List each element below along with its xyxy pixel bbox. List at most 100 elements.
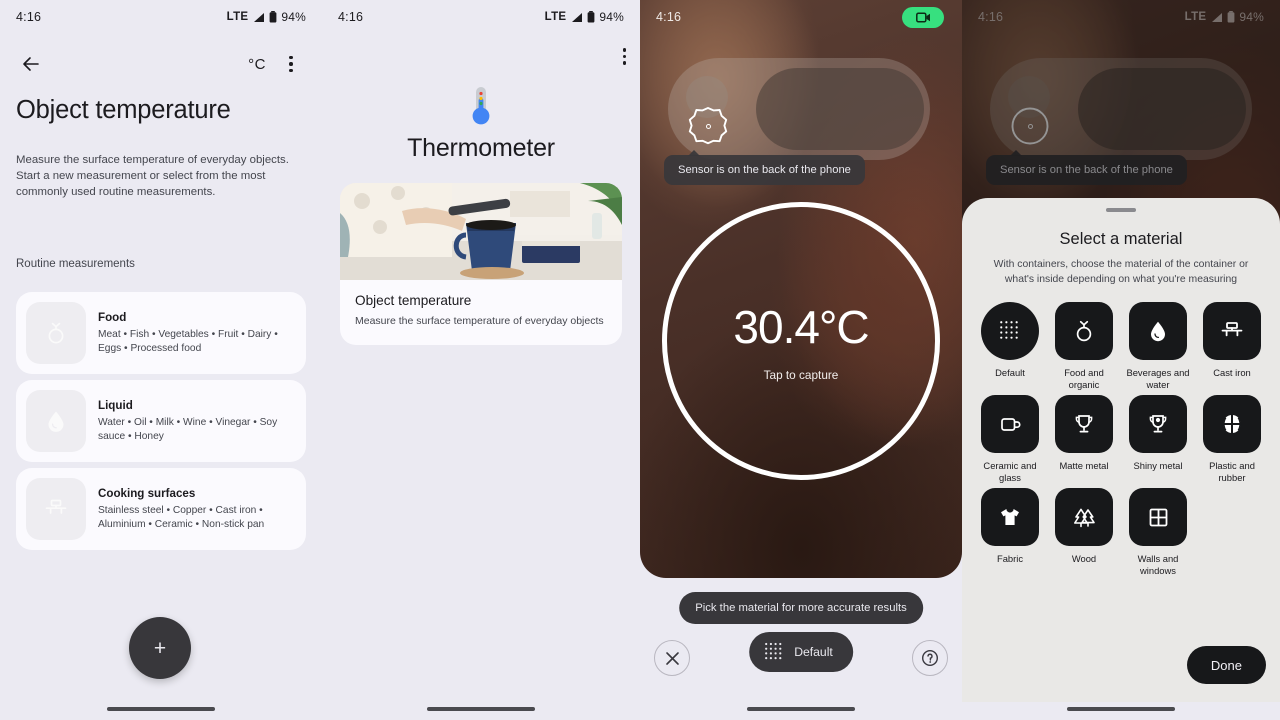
window-icon [1149, 508, 1167, 526]
more-vert-icon [289, 55, 293, 73]
camcorder-icon [915, 12, 930, 23]
capture-hint: Tap to capture [763, 368, 839, 382]
card-body: Cooking surfaces Stainless steel • Coppe… [98, 487, 296, 532]
gesture-nav-bar[interactable] [747, 706, 855, 711]
temperature-reading-ring[interactable]: 30.4°C Tap to capture [662, 202, 940, 480]
screenshot-stage: 4:16 LTE 94% °C Object temperature Measu… [0, 0, 1280, 720]
material-label: Ceramic and glass [983, 460, 1037, 483]
card-title: Cooking surfaces [98, 486, 196, 500]
material-tile [1055, 302, 1113, 360]
help-circle-icon [921, 649, 939, 667]
material-option-shiny-metal[interactable]: Shiny metal [1124, 395, 1192, 484]
material-label: Shiny metal [1133, 460, 1183, 471]
sheet-subtitle: With containers, choose the material of … [993, 259, 1249, 285]
app-header: Thermometer [322, 84, 640, 163]
material-option-beverages-and-water[interactable]: Beverages and water [1124, 302, 1192, 391]
material-option-ceramic-and-glass[interactable]: Ceramic and glass [976, 395, 1044, 484]
material-grid: Default Food and organic Beverages and w… [976, 302, 1266, 577]
material-option-fabric[interactable]: Fabric [976, 488, 1044, 577]
material-tile [981, 302, 1039, 360]
basketball-icon [1222, 415, 1242, 433]
routine-card-liquid[interactable]: Liquid Water • Oil • Milk • Wine • Vineg… [16, 380, 306, 462]
sensor-tooltip: Sensor is on the back of the phone [664, 150, 865, 185]
back-button[interactable] [14, 47, 48, 81]
screen-recording-indicator[interactable] [902, 7, 944, 28]
card-description: Measure the surface temperature of every… [355, 315, 604, 327]
material-option-cast-iron[interactable]: Cast iron [1198, 302, 1266, 391]
material-option-matte-metal[interactable]: Matte metal [1050, 395, 1118, 484]
arrow-left-icon [23, 57, 39, 71]
card-text: Object temperature Measure the surface t… [340, 280, 622, 345]
dot-grid-icon [765, 642, 782, 660]
status-bar-battery: 94% [599, 10, 624, 24]
material-label: Matte metal [1059, 460, 1109, 471]
card-body: Liquid Water • Oil • Milk • Wine • Vineg… [98, 399, 296, 444]
material-selector-chip[interactable]: Default [749, 632, 853, 672]
overflow-menu-button[interactable] [622, 48, 626, 65]
plus-icon: + [153, 636, 167, 660]
routine-card-cooking-surfaces[interactable]: Cooking surfaces Stainless steel • Coppe… [16, 468, 306, 550]
material-tile [1203, 395, 1261, 453]
status-bar-network: LTE [544, 11, 567, 23]
routine-card-food[interactable]: Food Meat • Fish • Vegetables • Fruit • … [16, 292, 306, 374]
status-bar-time: 4:16 [16, 10, 42, 24]
status-bar-battery: 94% [281, 10, 306, 24]
card-icon-container [26, 302, 86, 364]
gesture-nav-bar[interactable] [107, 706, 215, 711]
done-button[interactable]: Done [1186, 646, 1266, 684]
material-bottom-sheet: Select a material With containers, choos… [962, 198, 1280, 702]
material-option-default[interactable]: Default [976, 302, 1044, 391]
material-chip-label: Default [794, 645, 833, 659]
camera-viewfinder[interactable]: 4:16 Sensor is on the back of the phone … [640, 0, 962, 578]
droplet-icon [48, 411, 64, 432]
status-bar-network: LTE [226, 11, 249, 23]
material-option-food-and-organic[interactable]: Food and organic [1050, 302, 1118, 391]
mug-icon [1001, 418, 1021, 431]
card-icon-container [26, 478, 86, 540]
sheet-drag-handle[interactable] [1106, 208, 1136, 212]
material-tile [1129, 488, 1187, 546]
card-photo [340, 183, 622, 280]
cooktop-icon [1221, 322, 1243, 337]
status-bar-time: 4:16 [656, 10, 682, 24]
material-option-walls-and-windows[interactable]: Walls and windows [1124, 488, 1192, 577]
help-button[interactable] [912, 640, 948, 676]
card-body: Food Meat • Fish • Vegetables • Fruit • … [98, 311, 296, 356]
more-vert-icon [622, 48, 626, 65]
close-button[interactable] [654, 640, 690, 676]
card-description: Meat • Fish • Vegetables • Fruit • Dairy… [98, 328, 278, 354]
gesture-nav-bar[interactable] [427, 706, 535, 711]
page-title: Object temperature [16, 96, 231, 124]
panel-thermometer-home: 4:16 LTE 94% Thermometer Object temperat… [322, 0, 640, 720]
battery-icon [269, 11, 277, 23]
close-icon [665, 651, 679, 665]
panel-object-temperature-list: 4:16 LTE 94% °C Object temperature Measu… [0, 0, 322, 720]
droplet-icon [1151, 321, 1165, 342]
status-bar-time: 4:16 [338, 10, 364, 24]
status-bar: 4:16 LTE 94% [0, 0, 322, 34]
material-label: Fabric [996, 553, 1024, 564]
status-bar-indicators: LTE 94% [545, 10, 624, 24]
panel-measure-camera: 4:16 Sensor is on the back of the phone … [640, 0, 962, 720]
overflow-menu-button[interactable] [274, 47, 308, 81]
add-measurement-fab[interactable]: + [129, 617, 191, 679]
card-title: Object temperature [355, 293, 472, 308]
unit-toggle-button[interactable]: °C [240, 47, 274, 81]
material-label: Wood [1071, 553, 1097, 564]
trophy-shine-icon [1149, 415, 1167, 433]
gesture-nav-bar[interactable] [1067, 706, 1175, 711]
object-temperature-card[interactable]: Object temperature Measure the surface t… [340, 183, 622, 345]
phone-screen-graphic [756, 68, 924, 150]
battery-icon [587, 11, 595, 23]
status-bar: 4:16 LTE 94% [322, 0, 640, 34]
measurement-photo-illustration [340, 183, 622, 280]
panel-select-material-sheet: 4:16 LTE 94% Sensor is on the back of th… [962, 0, 1280, 720]
material-option-plastic-and-rubber[interactable]: Plastic and rubber [1198, 395, 1266, 484]
material-hint-tooltip: Pick the material for more accurate resu… [679, 592, 923, 624]
food-icon [48, 322, 64, 344]
material-label: Walls and windows [1137, 553, 1179, 576]
material-label: Default [995, 367, 1025, 378]
tshirt-icon [1001, 509, 1019, 525]
material-option-wood[interactable]: Wood [1050, 488, 1118, 577]
signal-icon [254, 12, 265, 22]
